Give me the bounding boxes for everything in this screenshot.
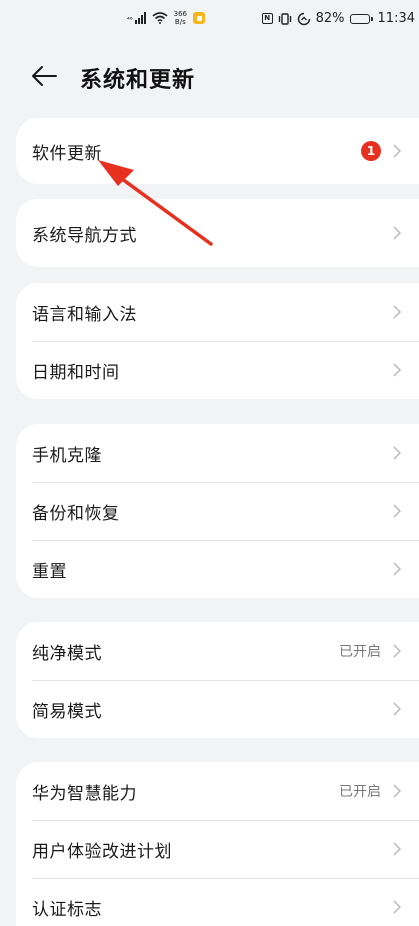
row-phone-clone[interactable]: 手机克隆 <box>16 424 419 482</box>
chevron-right-icon <box>393 504 401 518</box>
chevron-right-icon <box>393 305 401 319</box>
vibrate-icon <box>278 12 291 25</box>
clock: 11:34 <box>377 11 415 26</box>
row-label: 重置 <box>32 561 67 582</box>
row-label: 系统导航方式 <box>32 225 137 246</box>
chevron-right-icon <box>393 842 401 856</box>
card-backup: 手机克隆 备份和恢复 重置 <box>16 424 419 598</box>
row-language-input[interactable]: 语言和输入法 <box>16 283 419 341</box>
update-badge: 1 <box>361 141 381 161</box>
row-software-update[interactable]: 软件更新 1 <box>16 118 419 184</box>
row-backup-restore[interactable]: 备份和恢复 <box>16 482 419 540</box>
net-speed: 366 B/s <box>174 10 187 26</box>
chevron-right-icon <box>393 446 401 460</box>
card-language-date: 语言和输入法 日期和时间 <box>16 283 419 399</box>
card-navigation: 系统导航方式 <box>16 199 419 267</box>
nfc-icon: N <box>261 13 273 24</box>
chevron-right-icon <box>393 900 401 914</box>
card-software-update: 软件更新 1 <box>16 118 419 184</box>
row-status-value: 已开启 <box>339 644 381 660</box>
row-label: 认证标志 <box>32 899 102 920</box>
net-speed-value: 366 <box>173 10 187 18</box>
row-date-time[interactable]: 日期和时间 <box>16 341 419 399</box>
row-label: 手机克隆 <box>32 445 102 466</box>
chevron-right-icon <box>393 363 401 377</box>
row-certification-logos[interactable]: 认证标志 <box>16 878 419 926</box>
chevron-right-icon <box>393 644 401 658</box>
row-simple-mode[interactable]: 简易模式 <box>16 680 419 738</box>
row-label: 简易模式 <box>32 701 102 722</box>
row-label: 纯净模式 <box>32 643 102 664</box>
signal-label: ⁴⁶ <box>127 16 133 24</box>
row-user-experience-program[interactable]: 用户体验改进计划 <box>16 820 419 878</box>
row-status-value: 已开启 <box>339 784 381 800</box>
status-bar-left: ⁴⁶ 366 B/s <box>127 10 205 26</box>
row-system-navigation[interactable]: 系统导航方式 <box>16 199 419 267</box>
row-label: 华为智慧能力 <box>32 783 137 804</box>
row-pure-mode[interactable]: 纯净模式 已开启 <box>16 622 419 680</box>
page-title: 系统和更新 <box>80 68 196 93</box>
row-label: 软件更新 <box>32 143 102 164</box>
battery-percent: 82% <box>315 11 345 26</box>
chevron-right-icon <box>393 702 401 716</box>
card-more: 华为智慧能力 已开启 用户体验改进计划 认证标志 <box>16 762 419 926</box>
row-label: 用户体验改进计划 <box>32 841 172 862</box>
status-bar: ⁴⁶ 366 B/s N 82% 11:34 <box>0 0 419 40</box>
app-notification-icon <box>193 12 205 24</box>
arrow-left-icon[interactable] <box>30 64 58 88</box>
header: 系统和更新 <box>0 54 419 98</box>
row-label: 语言和输入法 <box>32 304 137 325</box>
wifi-icon <box>152 12 168 24</box>
chevron-right-icon <box>393 226 401 240</box>
card-modes: 纯净模式 已开启 简易模式 <box>16 622 419 738</box>
net-speed-unit: B/s <box>174 18 186 26</box>
row-reset[interactable]: 重置 <box>16 540 419 598</box>
row-label: 日期和时间 <box>32 362 120 383</box>
signal-icon: ⁴⁶ <box>127 12 146 24</box>
data-saver-icon <box>297 12 310 25</box>
row-huawei-intelligence[interactable]: 华为智慧能力 已开启 <box>16 762 419 820</box>
battery-icon <box>349 13 373 24</box>
chevron-right-icon <box>393 144 401 158</box>
chevron-right-icon <box>393 784 401 798</box>
row-label: 备份和恢复 <box>32 503 120 524</box>
status-bar-right: N 82% 11:34 <box>261 11 415 26</box>
chevron-right-icon <box>393 562 401 576</box>
